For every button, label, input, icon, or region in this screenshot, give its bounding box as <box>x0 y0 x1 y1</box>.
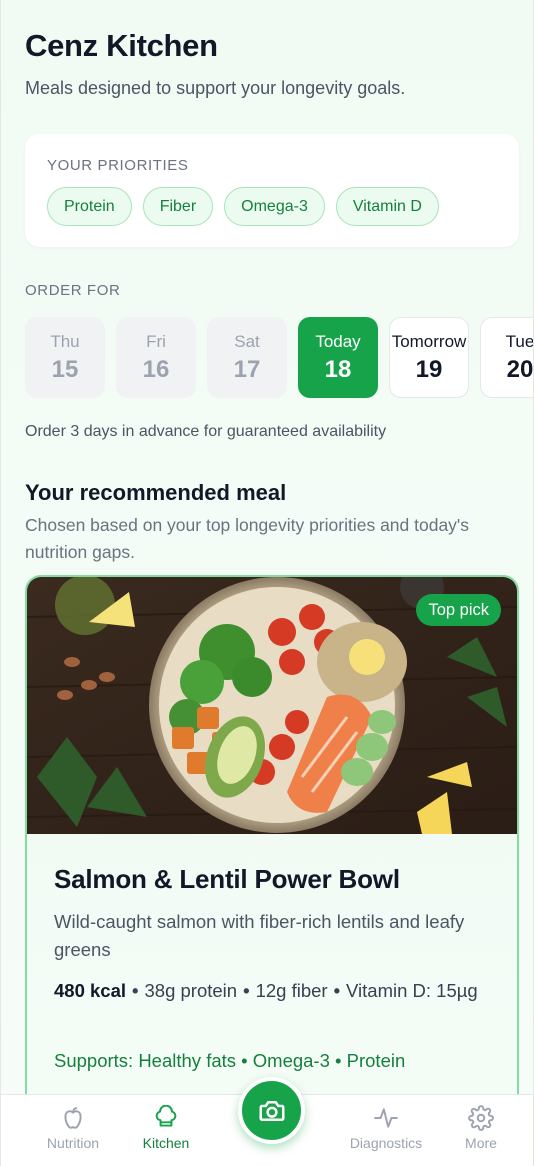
meal-name: Salmon & Lentil Power Bowl <box>54 864 400 894</box>
camera-icon <box>259 1100 284 1121</box>
camera-button[interactable] <box>238 1077 305 1144</box>
day-name: Tue <box>505 331 534 351</box>
day-today[interactable]: Today 18 <box>298 317 378 398</box>
priority-chips: Protein Fiber Omega-3 Vitamin D <box>47 187 439 226</box>
day-fri: Fri 16 <box>116 317 196 398</box>
nav-item-nutrition[interactable]: Nutrition <box>23 1095 123 1166</box>
day-sat: Sat 17 <box>207 317 287 398</box>
day-name: Tomorrow <box>391 331 467 351</box>
page-title: Cenz Kitchen <box>25 28 218 63</box>
nav-item-more[interactable]: More <box>431 1095 531 1166</box>
day-number: 16 <box>142 355 170 383</box>
separator-dot: • <box>333 980 341 1001</box>
day-name: Sat <box>234 331 260 351</box>
gear-icon <box>468 1105 494 1131</box>
day-number: 18 <box>324 355 352 383</box>
recommended-title: Your recommended meal <box>25 480 287 505</box>
nav-label: More <box>465 1135 497 1151</box>
apple-icon <box>64 1107 82 1129</box>
page-subtitle: Meals designed to support your longevity… <box>25 78 406 98</box>
priorities-card: YOUR PRIORITIES Protein Fiber Omega-3 Vi… <box>25 134 519 247</box>
priority-chip-vitamin-d[interactable]: Vitamin D <box>335 187 439 226</box>
day-name: Today <box>315 331 361 351</box>
day-number: 17 <box>233 355 261 383</box>
meal-fiber: 12g fiber <box>255 980 328 1001</box>
meal-vitamin-d: Vitamin D: 15µg <box>346 980 478 1001</box>
separator-dot: • <box>243 980 250 1001</box>
priority-chip-protein[interactable]: Protein <box>47 187 132 226</box>
meal-kcal: 480 kcal <box>54 980 127 1001</box>
day-thu: Thu 15 <box>25 317 105 398</box>
nav-label: Nutrition <box>46 1135 100 1151</box>
day-selector: Thu 15 Fri 16 Sat 17 Today 18 Tomorrow 1… <box>25 317 534 398</box>
advance-order-note: Order 3 days in advance for guaranteed a… <box>25 423 387 440</box>
day-tue[interactable]: Tue 20 <box>480 317 534 398</box>
top-pick-badge: Top pick <box>416 594 501 626</box>
priority-chip-fiber[interactable]: Fiber <box>142 187 214 226</box>
priorities-label: YOUR PRIORITIES <box>47 157 189 174</box>
chef-hat-icon <box>155 1105 177 1127</box>
day-number: 19 <box>415 355 443 383</box>
meal-supports: Supports: Healthy fats • Omega-3 • Prote… <box>54 1050 406 1071</box>
nav-label: Diagnostics <box>349 1135 423 1151</box>
day-name: Fri <box>146 331 166 351</box>
day-tomorrow[interactable]: Tomorrow 19 <box>389 317 469 398</box>
day-number: 20 <box>506 355 534 383</box>
nav-item-kitchen[interactable]: Kitchen <box>116 1095 216 1166</box>
meal-protein: 38g protein <box>144 980 238 1001</box>
nav-label: Kitchen <box>142 1135 190 1151</box>
activity-icon <box>374 1108 398 1128</box>
nav-item-diagnostics[interactable]: Diagnostics <box>336 1095 436 1166</box>
priority-chip-omega3[interactable]: Omega-3 <box>224 187 325 226</box>
day-name: Thu <box>50 331 80 351</box>
recommended-subtitle: Chosen based on your top longevity prior… <box>25 515 470 562</box>
order-for-label: ORDER FOR <box>25 282 121 299</box>
separator-dot: • <box>132 980 139 1001</box>
meal-description: Wild-caught salmon with fiber-rich lenti… <box>54 911 465 960</box>
header: Cenz Kitchen Meals designed to support y… <box>25 28 513 99</box>
meal-nutrition-stats: 480 kcal • 38g protein • 12g fiber • Vitamin D… <box>54 977 494 1005</box>
day-number: 15 <box>51 355 79 383</box>
meal-card[interactable]: Top pick Salmon & Lentil Power Bowl Wild… <box>25 575 519 1135</box>
app-screen: Cenz Kitchen Meals designed to support y… <box>0 0 534 1166</box>
